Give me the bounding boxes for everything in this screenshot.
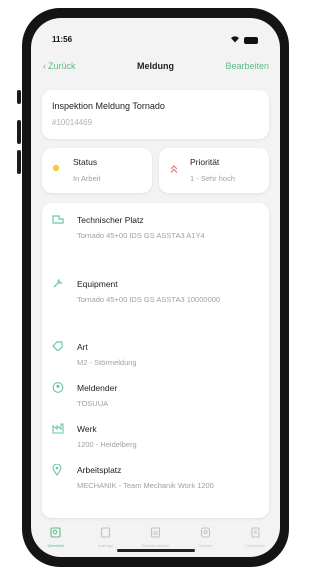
tab-bar: Überblick Aufträge Schadensbilder Dateie… (31, 527, 280, 548)
status-time: 11:56 (52, 35, 73, 44)
detail-label: Equipment (77, 279, 118, 289)
tab-ueberblick[interactable]: Überblick (32, 527, 80, 548)
notification-header-card: Inspektion Meldung Tornado #10014469 (42, 90, 269, 139)
detail-value: M2 - Störmeldung (77, 358, 137, 367)
detail-label: Art (77, 342, 88, 352)
priority-value: 1 - Sehr hoch (190, 174, 236, 183)
tab-auftraege[interactable]: Aufträge (82, 527, 130, 548)
tab-label: Überblick (47, 543, 65, 548)
factory-icon (52, 423, 64, 437)
tab-label: Schadensbilder (141, 543, 170, 548)
tag-icon (52, 341, 64, 354)
volume-down-button (17, 150, 21, 174)
status-dot-icon (52, 164, 60, 174)
person-icon (52, 382, 64, 396)
home-indicator[interactable] (117, 549, 195, 552)
status-card[interactable]: Status In Arbeit (42, 148, 152, 193)
double-chevron-up-icon (169, 164, 179, 176)
wifi-icon (230, 35, 240, 45)
status-bar: 11:56 (31, 18, 280, 50)
checklist-icon (250, 527, 261, 540)
status-icons (230, 35, 258, 45)
details-card: Technischer Platz Tornado 45+00 IDS GS A… (42, 203, 269, 518)
detail-label: Werk (77, 424, 97, 434)
tab-label: Checklisten (244, 543, 266, 548)
edit-button[interactable]: Bearbeiten (225, 61, 269, 71)
detail-value: Tornado 45+00 IDS GS ASSTA3 10000000 (77, 295, 221, 304)
navigation-bar: ‹ Zurück Meldung Bearbeiten (31, 61, 280, 79)
orders-icon (100, 527, 111, 540)
wrench-icon (52, 278, 64, 291)
technical-place-icon (52, 214, 64, 227)
silent-switch (17, 90, 21, 104)
priority-label: Priorität (190, 157, 220, 167)
detail-value: Tornado 45+00 IDS GS ASSTA3 A1Y4 (77, 231, 205, 240)
phone-frame: 11:56 ‹ Zurück Meldung Bearbeiten Inspek… (22, 8, 289, 567)
tab-dateien[interactable]: Dateien (181, 527, 229, 548)
priority-card[interactable]: Priorität 1 - Sehr hoch (159, 148, 269, 193)
tab-label: Dateien (198, 543, 213, 548)
tab-schadensbilder[interactable]: Schadensbilder (131, 527, 179, 548)
notification-id: #10014469 (52, 118, 93, 127)
volume-up-button (17, 120, 21, 144)
detail-value: TOSUUA (77, 399, 109, 408)
detail-label: Meldender (77, 383, 118, 393)
tab-label: Aufträge (98, 543, 114, 548)
phone-screen: 11:56 ‹ Zurück Meldung Bearbeiten Inspek… (31, 18, 280, 557)
notification-title: Inspektion Meldung Tornado (52, 101, 165, 111)
tab-checklisten[interactable]: Checklisten (231, 527, 279, 548)
detail-value: MECHANIK - Team Mechanik Work 1200 (77, 481, 214, 490)
overview-icon (50, 527, 61, 540)
status-label: Status (73, 157, 98, 167)
detail-label: Arbeitsplatz (77, 465, 122, 475)
files-icon (200, 527, 211, 540)
detail-label: Technischer Platz (77, 215, 144, 225)
detail-value: 1200 - Heidelberg (77, 440, 137, 449)
battery-icon (244, 36, 258, 44)
location-pin-icon (52, 463, 62, 479)
damage-icon (150, 527, 161, 540)
status-value: In Arbeit (73, 174, 101, 183)
